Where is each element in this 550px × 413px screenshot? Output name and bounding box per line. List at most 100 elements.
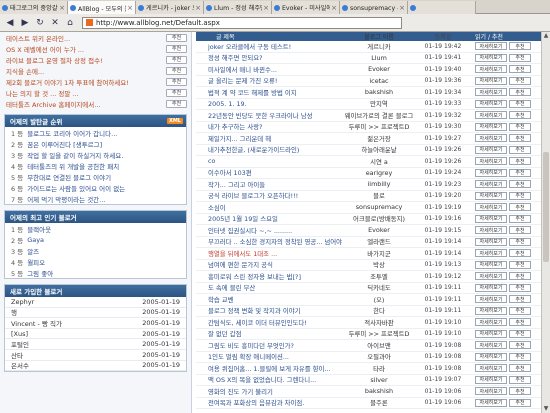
- post-author[interactable]: 블주론: [344, 398, 414, 407]
- read-more-button[interactable]: 자세히보기: [475, 272, 507, 281]
- read-more-button[interactable]: 자세히보기: [475, 168, 507, 177]
- post-author[interactable]: 아이브맨: [344, 341, 414, 350]
- new-blogger-item[interactable]: Zephyr 2005-01-19: [5, 297, 186, 308]
- post-title-link[interactable]: joker 오라클에서 구동 테스트!: [208, 43, 291, 51]
- post-title-link[interactable]: 넘여에 편한 문가지 공식: [208, 261, 273, 269]
- read-more-button[interactable]: 자세히보기: [475, 53, 507, 62]
- post-title-link[interactable]: 부끄러다 .. 소심한 경지자의 정착된 영공... 넘어야 VP시사판: [208, 238, 344, 246]
- post-author[interactable]: 바가지군: [344, 249, 414, 258]
- post-title-link[interactable]: 내가 추구하는 사랑?: [208, 123, 263, 131]
- recommend-button[interactable]: 추천: [509, 283, 531, 292]
- recommend-button[interactable]: 추천: [509, 398, 531, 407]
- recommend-button[interactable]: 추천: [509, 122, 531, 131]
- recommend-button[interactable]: 추천: [509, 375, 531, 384]
- tab-close-icon[interactable]: ×: [127, 4, 133, 12]
- blogger-name[interactable]: Zephyr: [11, 298, 34, 306]
- post-author[interactable]: sonsupremacy: [344, 203, 414, 211]
- rank-item[interactable]: 7 등 어제 먹기 막평이라는 것간...: [5, 193, 186, 204]
- post-author[interactable]: Llum: [344, 54, 414, 62]
- post-title-link[interactable]: co: [208, 157, 215, 165]
- recommend-button[interactable]: 추천: [509, 272, 531, 281]
- blogger-name[interactable]: Vincent - 빵 직가: [11, 318, 62, 328]
- post-title-link[interactable]: 소심이: [208, 204, 226, 212]
- xml-feed-button[interactable]: XML: [166, 118, 183, 124]
- new-blogger-item[interactable]: 행 2005-01-19: [5, 308, 186, 319]
- recent-item[interactable]: 테터툴즈 Archive 홈페이지에서... 추천: [0, 98, 191, 109]
- post-title-link[interactable]: 글 올리는 문제 가진 오류!: [208, 77, 277, 85]
- rank-text[interactable]: 가이드로는 사람들 있어요 어이 없는: [27, 183, 125, 193]
- recommend-button[interactable]: 추천: [166, 77, 187, 86]
- recommend-button[interactable]: 추천: [166, 66, 187, 75]
- recommend-button[interactable]: 추천: [166, 88, 187, 97]
- recent-item-text[interactable]: 테이스트 위키 온라인...: [6, 33, 70, 43]
- blogger-name[interactable]: [Xus]: [11, 330, 28, 338]
- rank-text[interactable]: 무한대로 연결된 블로그 이야기: [27, 172, 111, 182]
- post-author[interactable]: 한다: [344, 306, 414, 315]
- recommend-button[interactable]: 추천: [166, 55, 187, 64]
- rank-text[interactable]: 알즈: [27, 246, 39, 256]
- new-blogger-item[interactable]: Vincent - 빵 직가 2005-01-19: [5, 318, 186, 329]
- browser-tab[interactable]: sonsupremacy - 생글리×: [340, 1, 408, 14]
- vertical-scrollbar[interactable]: ▲ ▼: [541, 32, 550, 413]
- recommend-button[interactable]: 추천: [509, 329, 531, 338]
- rank-item[interactable]: 1 등 블로그도 코리아 이어가 갑니다...: [5, 127, 186, 138]
- post-title-link[interactable]: 이수아서 103편: [208, 169, 252, 177]
- recommend-button[interactable]: 추천: [509, 249, 531, 258]
- recommend-button[interactable]: 추천: [509, 260, 531, 269]
- home-button[interactable]: ⌂: [63, 16, 77, 29]
- post-title-link[interactable]: 법적 계 약 코드 해제를 방법 이지: [208, 89, 297, 97]
- rank-text[interactable]: 테터툴즈의 위 개발을 공헌한 패치: [27, 161, 119, 171]
- rank-item[interactable]: 2 등 Gaya: [5, 234, 186, 245]
- read-more-button[interactable]: 자세히보기: [475, 180, 507, 189]
- post-title-link[interactable]: 미사일에서 매니 바뀐수...: [208, 66, 277, 74]
- recent-item[interactable]: 테이스트 위키 온라인... 추천: [0, 32, 191, 43]
- rank-text[interactable]: 블로그도 코리아 이어가 갑니다...: [27, 128, 117, 138]
- new-blogger-item[interactable]: 산타 2005-01-19: [5, 350, 186, 361]
- new-blogger-item[interactable]: [Xus] 2005-01-19: [5, 329, 186, 340]
- new-blogger-item[interactable]: 은서수 2005-01-19: [5, 361, 186, 372]
- post-author[interactable]: 타라: [344, 364, 414, 373]
- post-author[interactable]: 딕카네도: [344, 283, 414, 292]
- post-author[interactable]: iimbilly: [344, 180, 414, 188]
- read-more-button[interactable]: 자세히보기: [475, 387, 507, 396]
- read-more-button[interactable]: 자세히보기: [475, 226, 507, 235]
- read-more-button[interactable]: 자세히보기: [475, 191, 507, 200]
- read-more-button[interactable]: 자세히보기: [475, 260, 507, 269]
- recommend-button[interactable]: 추천: [509, 145, 531, 154]
- post-title-link[interactable]: 작가... 그리고 아이들: [208, 181, 265, 189]
- read-more-button[interactable]: 자세히보기: [475, 111, 507, 120]
- rank-text[interactable]: 그림 좋아: [27, 268, 53, 278]
- post-author[interactable]: bakshish: [344, 88, 414, 96]
- recommend-button[interactable]: 추천: [509, 88, 531, 97]
- read-more-button[interactable]: 자세히보기: [475, 157, 507, 166]
- post-title-link[interactable]: 궁식 라이브 블로그가 오픈하다!!!: [208, 192, 298, 200]
- rank-text[interactable]: 꿈은 이루어진다 [생투르그]: [27, 139, 102, 149]
- post-title-link[interactable]: 흥미로워 스린 정자용 보내는 법[?]: [208, 273, 301, 281]
- recommend-button[interactable]: 추천: [509, 76, 531, 85]
- recommend-button[interactable]: 추천: [509, 134, 531, 143]
- post-title-link[interactable]: 간텀식도, 세이코 이더 터뮤인인도다!: [208, 319, 307, 327]
- post-title-link[interactable]: 블로그 정책 변화 및 작지과 이야기: [208, 307, 300, 315]
- post-title-link[interactable]: 맥 OS X의 목을 없었습니다. 그렌다니...: [208, 376, 316, 384]
- recent-item-text[interactable]: 제2회 블로거 이야기 1차 투표에 참여하세요!: [6, 77, 129, 87]
- post-title-link[interactable]: 잘 없던 갑점: [208, 330, 241, 338]
- forward-button[interactable]: ▶: [18, 16, 32, 29]
- post-title-link[interactable]: 22년동안 빈당도 뭇한 우크라이나 남성: [208, 112, 312, 120]
- rank-text[interactable]: 어제 먹기 막평이라는 것간...: [27, 194, 105, 204]
- post-author[interactable]: 젊은거장: [344, 134, 414, 143]
- rank-text[interactable]: Gaya: [27, 236, 44, 244]
- read-more-button[interactable]: 자세히보기: [475, 375, 507, 384]
- read-more-button[interactable]: 자세히보기: [475, 99, 507, 108]
- post-title-link[interactable]: 그림도 비도 흥미다던 무엇인가?: [208, 342, 294, 350]
- recent-item[interactable]: OS X 레벨에선 어이 누가 ... 추천: [0, 43, 191, 54]
- recommend-button[interactable]: 추천: [509, 237, 531, 246]
- recommend-button[interactable]: 추천: [509, 191, 531, 200]
- recommend-button[interactable]: 추천: [509, 214, 531, 223]
- tab-close-icon[interactable]: ×: [399, 4, 405, 12]
- recommend-button[interactable]: 추천: [166, 44, 187, 53]
- post-author[interactable]: Evoker: [344, 65, 414, 73]
- rank-text[interactable]: 블랙아웃: [27, 224, 51, 234]
- recommend-button[interactable]: 추천: [166, 33, 187, 42]
- blogger-name[interactable]: 산타: [11, 350, 23, 360]
- post-title-link[interactable]: 도 속에 블린 부산: [208, 284, 255, 292]
